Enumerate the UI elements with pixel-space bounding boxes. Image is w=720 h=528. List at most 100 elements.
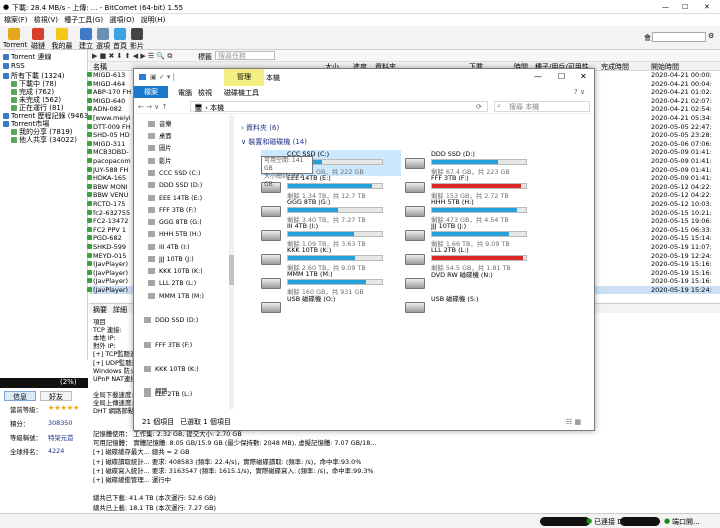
- nav-item[interactable]: GGG 8TB (G:): [148, 218, 202, 227]
- devices-section-header[interactable]: ∨ 裝置和磁碟機 (14): [241, 137, 307, 147]
- nav-item[interactable]: 音樂: [148, 120, 172, 129]
- settings-icon[interactable]: ⚙: [708, 32, 714, 40]
- drive-tile[interactable]: FFF 3TB (F:) 剩餘 153 GB，共 2.72 TB: [405, 174, 545, 200]
- maximize-button[interactable]: ☐: [682, 3, 688, 11]
- sidebar-item-label: Torrent 連線: [11, 53, 52, 61]
- nav-item-icon: [148, 145, 155, 152]
- drive-usage-bar: [431, 255, 527, 261]
- menu-help[interactable]: 說明(H): [141, 16, 166, 24]
- nav-item[interactable]: LLL 2TB (L:): [148, 279, 196, 288]
- magnet-button[interactable]: 磁鏈: [27, 28, 49, 51]
- nav-item[interactable]: MMM 1TB (M:): [148, 292, 204, 301]
- drive-tile[interactable]: USB 磁碟機 (S:): [405, 294, 545, 320]
- sidebar-item[interactable]: Torrent市場: [3, 120, 49, 128]
- task-status-icon: [87, 244, 92, 249]
- sidebar-item[interactable]: 所有下載 (1324): [3, 72, 65, 80]
- redaction: [620, 517, 660, 526]
- task-name: FC2-13472: [93, 217, 129, 226]
- ribbon-drive-tools[interactable]: 磁碟機工具: [224, 88, 259, 98]
- task-name: ADN-082: [93, 105, 123, 114]
- nav-item[interactable]: HHH 5TB (H:): [148, 230, 201, 239]
- manage-tab[interactable]: 管理: [224, 69, 264, 86]
- explorer-search-input[interactable]: 搜尋 本機: [494, 101, 590, 112]
- nav-item[interactable]: CCC SSD (C:): [148, 169, 200, 178]
- address-bar[interactable]: [190, 101, 488, 112]
- ribbon-view[interactable]: 檢視: [198, 88, 212, 98]
- view-toggle-icons[interactable]: ☷ ▦: [566, 415, 581, 429]
- menu-options[interactable]: 選項(O): [109, 16, 134, 24]
- nav-arrows[interactable]: ← → ∨ ↑: [138, 103, 167, 111]
- nav-item[interactable]: DDD SSD (D:): [144, 316, 198, 325]
- minimize-button[interactable]: —: [662, 3, 669, 11]
- sidebar-item[interactable]: 正在運行 (81): [11, 104, 64, 112]
- tab-info[interactable]: 信息: [4, 391, 36, 401]
- detail-line: [+] 磁碟寫入統計... 要求: 3163547 (頻率: 1615.1/s)…: [93, 466, 374, 475]
- drive-tile[interactable]: KKK 10TB (K:) 剩餘 2.60 TB，共 9.09 TB: [261, 246, 401, 272]
- task-start-time: 2020-05-09 01:41:: [651, 165, 712, 174]
- close-button[interactable]: ✕: [704, 3, 710, 11]
- nav-item-label: DDD SSD (D:): [155, 317, 199, 324]
- detail-line: 對外 IP:: [93, 342, 116, 351]
- explorer-title-bar: ▣ ✓ ▾ | 管理 本機 — ☐ ✕: [134, 69, 594, 86]
- task-status-icon: [87, 166, 92, 172]
- usb-drive-icon: [261, 302, 281, 313]
- nav-item[interactable]: 網路: [144, 387, 168, 396]
- nav-item[interactable]: KKK 10TB (K:): [148, 267, 203, 276]
- help-icon[interactable]: ? ∨: [574, 88, 585, 96]
- nav-item[interactable]: KKK 10TB (K:): [144, 365, 199, 374]
- sidebar-item-icon: [3, 121, 9, 127]
- ex-minimize-button[interactable]: —: [534, 72, 542, 81]
- task-status-icon: [87, 252, 92, 258]
- refresh-icon[interactable]: ⟳: [476, 103, 482, 111]
- video-button[interactable]: 影片: [126, 28, 148, 51]
- torrent-button[interactable]: Torrent: [3, 28, 27, 49]
- sidebar-item-icon: [11, 89, 17, 95]
- nav-scrollbar[interactable]: [229, 115, 234, 409]
- nav-item[interactable]: 桌面: [148, 132, 172, 141]
- sidebar-item[interactable]: 我的分享 (7819): [11, 128, 73, 136]
- nav-item-label: 影片: [159, 157, 172, 165]
- quick-access-icons[interactable]: ▣ ✓ ▾ |: [150, 73, 175, 81]
- menu-file[interactable]: 檔案(F): [4, 16, 28, 24]
- ex-close-button[interactable]: ✕: [580, 72, 587, 81]
- sidebar-item[interactable]: RSS: [3, 62, 25, 70]
- sidebar-item[interactable]: Torrent 歷程記錄 (9463): [3, 112, 91, 120]
- sidebar-item[interactable]: 完成 (762): [11, 88, 54, 96]
- nav-item[interactable]: JJJ 10TB (J:): [148, 255, 194, 264]
- main-toolbar: Torrent 磁鏈 我的最愛 建立 選項 首頁 影片 會員 ⚙: [0, 26, 720, 60]
- nav-item[interactable]: 圖片: [148, 144, 172, 153]
- drive-tile[interactable]: USB 磁碟機 (O:): [261, 294, 401, 320]
- nav-item[interactable]: FFF 3TB (F:): [144, 341, 192, 350]
- nav-item[interactable]: III 4TB (I:): [148, 243, 190, 252]
- sidebar-item[interactable]: 他人共享 (34022): [11, 136, 77, 144]
- drive-tile[interactable]: GGG 8TB (G:) 剩餘 3.40 TB，共 7.27 TB: [261, 198, 401, 224]
- nav-item-icon: [148, 206, 155, 213]
- ribbon-computer[interactable]: 電腦: [178, 88, 192, 98]
- sidebar-item[interactable]: 未完成 (562): [11, 96, 61, 104]
- tab-friends[interactable]: 好友: [40, 391, 72, 401]
- tag-label[interactable]: 標籤: [198, 52, 212, 62]
- drive-tile[interactable]: LLL 2TB (L:) 剩餘 54.5 GB，共 1.81 TB: [405, 246, 545, 272]
- detail-line: 總共已下載: 41.4 TB (本次運行: 52.6 GB): [93, 494, 217, 503]
- menu-tools[interactable]: 種子工具(G): [64, 16, 103, 24]
- task-toolbar: ▶ ■ ✖ ⬇ ⬆ ◀ ▶ ☰ 🔍 ⧉ 標籤 搜尋任務: [0, 50, 720, 62]
- task-search-input[interactable]: 搜尋任務: [215, 51, 275, 60]
- drive-tile[interactable]: JJJ 10TB (J:) 剩餘 1.66 TB，共 9.09 TB: [405, 222, 545, 248]
- folders-section-header[interactable]: › 資料夾 (6): [241, 123, 279, 133]
- nav-item[interactable]: EEE 14TB (E:): [148, 194, 202, 203]
- drive-tile[interactable]: III 4TB (I:) 剩餘 1.09 TB，共 3.63 TB: [261, 222, 401, 248]
- task-name: MIGD-311: [93, 139, 126, 148]
- nav-item[interactable]: 影片: [148, 157, 172, 166]
- nav-item[interactable]: DDD SSD (D:): [148, 181, 202, 190]
- drive-tile[interactable]: DVD RW 磁碟機 (N:): [405, 270, 545, 296]
- sidebar-item[interactable]: Torrent 連線: [3, 53, 52, 61]
- ex-maximize-button[interactable]: ☐: [558, 72, 565, 81]
- ribbon-file[interactable]: 檔案: [134, 86, 168, 98]
- sidebar-item[interactable]: 下載中 (78): [11, 80, 57, 88]
- menu-view[interactable]: 檢視(V): [34, 16, 58, 24]
- nav-item[interactable]: FFF 3TB (F:): [148, 206, 196, 215]
- member-select[interactable]: [652, 32, 706, 42]
- drive-tile[interactable]: HHH 5TB (H:) 剩餘 473 GB，共 4.54 TB: [405, 198, 545, 224]
- drive-tile[interactable]: DDD SSD (D:) 剩餘 67.4 GB，共 223 GB: [405, 150, 545, 176]
- drive-tile[interactable]: MMM 1TB (M:) 剩餘 160 GB，共 931 GB: [261, 270, 401, 296]
